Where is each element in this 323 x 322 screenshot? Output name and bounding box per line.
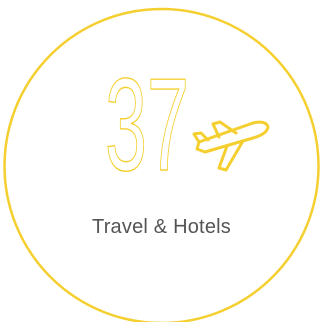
category-tile-travel-hotels[interactable]: 37 Travel & Hotels — [0, 0, 323, 322]
category-label: Travel & Hotels — [92, 216, 231, 238]
airplane-icon — [192, 120, 270, 172]
category-count-text: 37 — [105, 51, 189, 198]
category-count: 37 — [104, 50, 189, 198]
